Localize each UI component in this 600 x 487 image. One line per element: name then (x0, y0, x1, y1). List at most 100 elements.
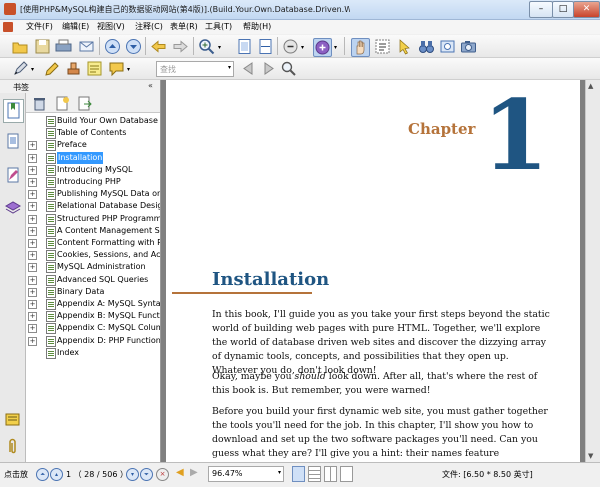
paperclip-icon[interactable] (3, 437, 22, 455)
go-forward-icon[interactable]: ▶ (190, 467, 198, 478)
prev-page-button[interactable]: ▴ (50, 468, 63, 481)
expand-toggle-icon[interactable]: + (28, 324, 37, 334)
expand-toggle-icon[interactable]: + (28, 165, 37, 175)
pages-tab-icon[interactable] (3, 131, 22, 153)
last-page-button[interactable]: ⏷ (140, 468, 153, 481)
back-arrow-icon[interactable] (150, 38, 167, 55)
bookmark-item[interactable]: + Appendix A: MySQL Syntax (26, 298, 160, 310)
expand-toggle-icon[interactable]: + (28, 287, 37, 297)
forward-arrow-icon[interactable] (172, 38, 189, 55)
expand-toggle-icon[interactable]: + (28, 263, 37, 273)
new-bookmark-icon[interactable] (54, 95, 71, 112)
expand-toggle-icon[interactable]: + (28, 312, 37, 322)
open-folder-button[interactable] (12, 38, 29, 55)
bookmark-item[interactable]: Table of Contents (26, 127, 160, 140)
bookmark-item[interactable]: + Cookies, Sessions, and Acc (26, 249, 160, 262)
comment-icon[interactable] (108, 60, 125, 77)
zoom-in-icon[interactable] (198, 38, 215, 55)
bookmark-item[interactable]: + Relational Database Design (26, 200, 160, 213)
bookmarks-tab-icon[interactable] (3, 99, 24, 123)
highlighter-icon[interactable] (12, 60, 29, 77)
expand-toggle-icon[interactable]: + (28, 214, 37, 224)
expand-toggle-icon[interactable]: + (28, 300, 37, 309)
menu-annotate[interactable]: 注释(C) (135, 21, 163, 33)
close-button[interactable]: ✕ (573, 1, 600, 18)
zoom-plus-icon[interactable] (313, 38, 332, 57)
vertical-scrollbar[interactable]: ▲ ▼ (585, 80, 600, 462)
delete-bookmark-icon[interactable] (31, 95, 48, 112)
facing-view-icon[interactable] (324, 466, 337, 482)
arrow-select-icon[interactable] (396, 38, 413, 55)
zoom-field-dropdown-icon[interactable]: ▾ (278, 469, 281, 476)
find-previous-icon[interactable] (240, 60, 257, 77)
menu-file[interactable]: 文件(F) (26, 21, 53, 33)
bookmark-item[interactable]: + Binary Data (26, 286, 160, 298)
zoom-plus-dropdown-icon[interactable]: ▾ (334, 44, 337, 51)
save-button[interactable] (34, 38, 51, 55)
zoom-out-dropdown-icon[interactable]: ▾ (301, 44, 304, 51)
stop-button[interactable]: × (156, 468, 169, 481)
single-page-view-icon[interactable] (292, 466, 305, 482)
scroll-up-icon[interactable]: ▲ (588, 82, 593, 90)
next-page-icon[interactable] (125, 38, 142, 55)
menu-app-icon[interactable] (3, 22, 13, 32)
scroll-down-icon[interactable]: ▼ (588, 452, 593, 460)
bookmark-item[interactable]: Build Your Own Database D (26, 115, 160, 127)
bookmark-item[interactable]: + Installation (26, 151, 160, 164)
menu-form[interactable]: 表单(R) (170, 21, 198, 33)
bookmark-item[interactable]: + Preface (26, 139, 160, 152)
search-dropdown-icon[interactable]: ▾ (228, 64, 231, 71)
expand-toggle-icon[interactable]: + (28, 202, 37, 212)
email-button[interactable] (78, 38, 95, 55)
bookmark-item[interactable]: + Structured PHP Programm (26, 213, 160, 225)
expand-toggle-icon[interactable]: + (28, 336, 37, 346)
expand-toggle-icon[interactable]: + (28, 226, 37, 236)
bookmark-item[interactable]: Index (26, 347, 160, 359)
bookmark-item[interactable]: + Appendix C: MySQL Colum (26, 322, 160, 335)
next-page-button[interactable]: ▾ (126, 468, 139, 481)
pencil-icon[interactable] (44, 60, 61, 77)
attachments-tab-icon[interactable] (3, 411, 22, 429)
expand-toggle-icon[interactable]: + (28, 275, 37, 285)
zoom-out-icon[interactable] (282, 38, 299, 55)
go-back-icon[interactable]: ◀ (176, 467, 184, 478)
collapse-panel-icon[interactable]: « (148, 81, 153, 90)
highlighter-dropdown-icon[interactable]: ▾ (31, 66, 34, 73)
minimize-button[interactable]: – (529, 1, 553, 18)
continuous-facing-view-icon[interactable] (340, 466, 353, 482)
fit-page-icon[interactable] (236, 38, 253, 55)
find-binoculars-icon[interactable] (418, 38, 435, 55)
bookmark-item[interactable]: + Appendix D: PHP Functions (26, 335, 160, 347)
menu-view[interactable]: 视图(V) (97, 21, 125, 33)
bookmark-item[interactable]: + Appendix B: MySQL Functio (26, 310, 160, 323)
comment-dropdown-icon[interactable]: ▾ (127, 66, 130, 73)
menu-tools[interactable]: 工具(T) (205, 21, 232, 33)
print-button[interactable] (55, 38, 72, 55)
continuous-view-icon[interactable] (308, 466, 321, 482)
expand-toggle-icon[interactable]: + (28, 153, 37, 163)
expand-bookmark-icon[interactable] (76, 95, 93, 112)
bookmark-item[interactable]: + Introducing MySQL (26, 164, 160, 176)
menu-edit[interactable]: 编辑(E) (62, 21, 89, 33)
expand-toggle-icon[interactable]: + (28, 251, 37, 261)
layers-tab-icon[interactable] (3, 197, 22, 219)
page-indicator[interactable]: 1 （ 28 / 506 ） (66, 469, 128, 480)
zoom-field[interactable]: 96.47% ▾ (208, 466, 284, 482)
expand-toggle-icon[interactable]: + (28, 239, 37, 248)
maximize-button[interactable]: □ (552, 1, 574, 18)
document-page[interactable]: Chapter 1 Installation In this book, I'l… (166, 80, 580, 462)
first-page-button[interactable]: ⏶ (36, 468, 49, 481)
advanced-search-icon[interactable] (280, 60, 297, 77)
bookmark-item[interactable]: + A Content Management Sy (26, 225, 160, 237)
annotations-tab-icon[interactable] (3, 165, 22, 187)
note-icon[interactable] (86, 60, 103, 77)
fit-width-icon[interactable] (257, 38, 274, 55)
bookmark-item[interactable]: + MySQL Administration (26, 261, 160, 274)
find-next-icon[interactable] (260, 60, 277, 77)
expand-toggle-icon[interactable]: + (28, 141, 37, 151)
bookmark-item[interactable]: + Content Formatting with R (26, 237, 160, 249)
bookmark-item[interactable]: + Publishing MySQL Data on (26, 188, 160, 201)
select-text-icon[interactable] (374, 38, 391, 55)
zoom-dropdown-icon[interactable]: ▾ (218, 44, 221, 51)
menu-help[interactable]: 帮助(H) (243, 21, 271, 33)
